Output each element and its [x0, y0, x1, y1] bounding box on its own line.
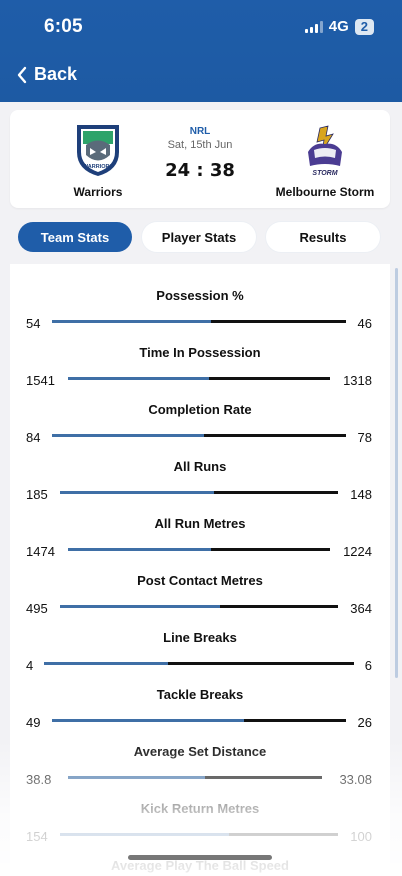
competition-label: NRL	[189, 126, 211, 137]
home-indicator[interactable]	[128, 855, 272, 860]
stat-row: Tackle Breaks 49 26	[10, 663, 390, 730]
stat-row: All Runs 185 148	[10, 435, 390, 502]
warriors-logo-icon: WARRIORS	[77, 125, 119, 176]
stat-title: Possession %	[156, 288, 244, 303]
storm-logo-icon: STORM	[308, 125, 342, 177]
stat-row: Completion Rate 84 78	[10, 378, 390, 445]
status-indicators: 4G 2	[304, 18, 374, 35]
stat-row: All Run Metres 1474 1224	[10, 492, 390, 559]
chevron-left-icon	[17, 66, 27, 83]
away-team: STORM Melbourne Storm	[255, 122, 395, 199]
home-team-name: Warriors	[73, 185, 123, 199]
home-team: WARRIORS Warriors	[38, 122, 158, 199]
stat-row: Line Breaks 4 6	[10, 606, 390, 673]
stat-title: Time In Possession	[139, 345, 261, 360]
match-score: 24 : 38	[165, 160, 235, 181]
match-date: Sat, 15th Jun	[167, 139, 233, 151]
signal-icon	[304, 20, 323, 33]
stat-title: Average Set Distance	[133, 744, 267, 759]
tab-team-stats[interactable]: Team Stats	[18, 222, 132, 252]
storm-logo-text: STORM	[312, 170, 337, 177]
tab-results[interactable]: Results	[266, 222, 380, 252]
battery-icon: 2	[354, 18, 374, 35]
network-label: 4G	[328, 18, 349, 35]
stat-row: Kick Return Metres 154 100	[10, 777, 390, 844]
stats-tabs: Team Stats Player Stats Results	[10, 222, 390, 258]
stat-title: Line Breaks	[163, 630, 237, 645]
tab-player-stats[interactable]: Player Stats	[142, 222, 256, 252]
match-summary-card: WARRIORS Warriors NRL Sat, 15th Jun 24 :…	[10, 110, 390, 208]
stat-title: All Runs	[173, 459, 227, 474]
away-team-name: Melbourne Storm	[275, 185, 375, 199]
match-info: NRL Sat, 15th Jun 24 : 38	[150, 126, 250, 181]
stat-row: Time In Possession 1541 1318	[10, 321, 390, 388]
stat-row: Possession % 54 46	[10, 264, 390, 331]
app-header: 6:05 4G 2 Back	[0, 0, 402, 102]
scrollbar[interactable]	[395, 268, 398, 678]
stat-title: Average Play The Ball Speed	[111, 858, 289, 873]
stat-row: Average Set Distance 38.8 33.08	[10, 720, 390, 787]
stat-title: Tackle Breaks	[156, 687, 244, 702]
stat-row: Post Contact Metres 495 364	[10, 549, 390, 616]
status-time: 6:05	[44, 16, 83, 37]
stat-title: Completion Rate	[148, 402, 252, 417]
team-stats-list[interactable]: Possession % 54 46 Time In Possession 1541 13…	[10, 264, 390, 876]
back-label: Back	[34, 64, 78, 84]
stat-title: Post Contact Metres	[137, 573, 263, 588]
stat-title: Kick Return Metres	[140, 801, 260, 816]
stat-title: All Run Metres	[154, 516, 246, 531]
warriors-logo-text: WARRIORS	[83, 164, 114, 170]
back-button[interactable]: Back	[16, 64, 77, 85]
